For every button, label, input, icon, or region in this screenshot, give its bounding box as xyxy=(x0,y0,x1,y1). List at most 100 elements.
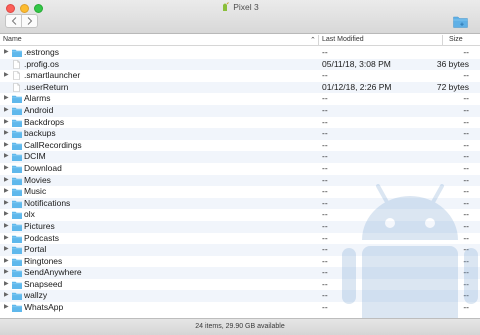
folder-icon xyxy=(12,154,22,162)
file-modified: -- xyxy=(322,255,328,266)
file-modified: 01/12/18, 2:26 PM xyxy=(322,81,392,92)
file-row[interactable]: ▶ Alarms -- -- xyxy=(0,93,480,105)
new-folder-icon[interactable] xyxy=(453,15,468,28)
file-modified: -- xyxy=(322,104,328,115)
disclosure-triangle-icon[interactable]: ▶ xyxy=(4,302,9,314)
disclosure-triangle-icon[interactable]: ▶ xyxy=(4,128,9,140)
disclosure-triangle-icon[interactable]: ▶ xyxy=(4,279,9,291)
disclosure-triangle-icon[interactable]: ▶ xyxy=(4,163,9,175)
file-row[interactable]: ▶ Movies -- -- xyxy=(0,174,480,187)
file-size: 36 bytes xyxy=(436,58,469,69)
file-transfer-window: Pixel 3 Name ⌃ Last Modified Size ▶ .estr… xyxy=(0,0,480,335)
disclosure-triangle-icon[interactable]: ▶ xyxy=(4,47,9,59)
file-modified: -- xyxy=(322,70,328,81)
file-modified: -- xyxy=(322,128,328,139)
file-name: CallRecordings xyxy=(24,139,82,150)
file-modified: -- xyxy=(322,174,328,185)
disclosure-triangle-icon[interactable]: ▶ xyxy=(4,117,9,129)
disclosure-triangle-icon[interactable]: ▶ xyxy=(4,198,9,210)
column-divider[interactable] xyxy=(318,35,319,46)
file-modified: -- xyxy=(322,244,328,255)
folder-icon xyxy=(12,49,22,57)
file-list: ▶ .estrongs -- -- .profig.os 05/11/18, 3:08 P… xyxy=(0,47,480,317)
disclosure-triangle-icon[interactable]: ▶ xyxy=(4,70,9,82)
file-size: -- xyxy=(463,47,469,57)
file-size: -- xyxy=(463,139,469,150)
file-row[interactable]: ▶ Portal -- -- xyxy=(0,244,480,256)
file-row[interactable]: ▶ Download -- -- xyxy=(0,163,480,175)
file-modified: -- xyxy=(322,209,328,220)
column-modified-header[interactable]: Last Modified xyxy=(322,36,364,43)
file-row[interactable]: ▶ Android -- -- xyxy=(0,104,480,117)
folder-icon xyxy=(12,96,22,104)
window-title-text: Pixel 3 xyxy=(233,2,259,12)
column-name-header[interactable]: Name xyxy=(3,36,22,43)
disclosure-triangle-icon[interactable]: ▶ xyxy=(4,186,9,198)
back-button[interactable] xyxy=(6,15,21,27)
disclosure-triangle-icon[interactable]: ▶ xyxy=(4,290,9,302)
file-row[interactable]: ▶ backups -- -- xyxy=(0,128,480,140)
folder-icon xyxy=(12,281,22,289)
file-row[interactable]: ▶ Notifications -- -- xyxy=(0,197,480,210)
folder-icon xyxy=(12,235,22,243)
file-name: Portal xyxy=(24,244,47,255)
file-size: -- xyxy=(463,128,469,139)
file-size: -- xyxy=(463,302,469,313)
file-size: -- xyxy=(463,220,469,231)
file-row[interactable]: ▶ olx -- -- xyxy=(0,209,480,221)
file-row[interactable]: ▶ Pictures -- -- xyxy=(0,220,480,233)
file-modified: -- xyxy=(322,290,328,301)
file-row[interactable]: ▶ Music -- -- xyxy=(0,186,480,198)
folder-icon xyxy=(12,130,22,139)
file-row[interactable]: ▶ .estrongs -- -- xyxy=(0,47,480,59)
disclosure-triangle-icon[interactable]: ▶ xyxy=(4,244,9,256)
file-row[interactable]: ▶ Snapseed -- -- xyxy=(0,279,480,291)
file-row[interactable]: ▶ SendAnywhere -- -- xyxy=(0,267,480,279)
disclosure-triangle-icon[interactable]: ▶ xyxy=(4,221,9,233)
folder-icon xyxy=(12,177,22,185)
folder-icon xyxy=(12,258,22,266)
disclosure-triangle-icon[interactable]: ▶ xyxy=(4,93,9,105)
file-size: -- xyxy=(463,267,469,278)
folder-icon xyxy=(12,212,22,220)
file-row[interactable]: ▶ DCIM -- -- xyxy=(0,151,480,163)
file-name: .profig.os xyxy=(24,58,59,69)
file-row[interactable]: .profig.os 05/11/18, 3:08 PM 36 bytes xyxy=(0,58,480,71)
file-name: olx xyxy=(24,209,35,220)
file-row[interactable]: ▶ Podcasts -- -- xyxy=(0,233,480,245)
file-name: wallzy xyxy=(24,290,48,301)
file-modified: -- xyxy=(322,197,328,208)
forward-button[interactable] xyxy=(21,15,37,27)
file-name: DCIM xyxy=(24,151,46,162)
file-size: -- xyxy=(463,151,469,162)
disclosure-triangle-icon[interactable]: ▶ xyxy=(4,175,9,187)
file-size: -- xyxy=(463,197,469,208)
column-size-header[interactable]: Size xyxy=(449,36,463,43)
file-size: -- xyxy=(463,70,469,81)
file-row[interactable]: ▶ Ringtones -- -- xyxy=(0,256,480,268)
file-size: -- xyxy=(463,244,469,255)
disclosure-triangle-icon[interactable]: ▶ xyxy=(4,233,9,245)
file-size: -- xyxy=(463,104,469,115)
file-row[interactable]: ▶ .smartlauncher -- -- xyxy=(0,70,480,82)
file-row[interactable]: ▶ CallRecordings -- -- xyxy=(0,140,480,152)
disclosure-triangle-icon[interactable]: ▶ xyxy=(4,140,9,152)
disclosure-triangle-icon[interactable]: ▶ xyxy=(4,151,9,163)
folder-icon xyxy=(12,142,22,150)
column-divider[interactable] xyxy=(442,35,443,46)
file-row[interactable]: ▶ WhatsApp -- -- xyxy=(0,302,480,314)
file-modified: -- xyxy=(322,186,328,197)
disclosure-triangle-icon[interactable]: ▶ xyxy=(4,105,9,117)
disclosure-triangle-icon[interactable]: ▶ xyxy=(4,267,9,279)
file-name: .userReturn xyxy=(24,81,69,92)
file-row[interactable]: ▶ Backdrops -- -- xyxy=(0,117,480,129)
navigation-buttons xyxy=(5,14,38,28)
file-row[interactable]: ▶ wallzy -- -- xyxy=(0,290,480,303)
file-name: Snapseed xyxy=(24,278,63,289)
file-name: SendAnywhere xyxy=(24,267,82,278)
disclosure-triangle-icon[interactable]: ▶ xyxy=(4,209,9,221)
document-icon xyxy=(13,82,20,92)
disclosure-triangle-icon[interactable]: ▶ xyxy=(4,256,9,268)
file-name: Podcasts xyxy=(24,232,59,243)
file-row[interactable]: .userReturn 01/12/18, 2:26 PM 72 bytes xyxy=(0,81,480,94)
